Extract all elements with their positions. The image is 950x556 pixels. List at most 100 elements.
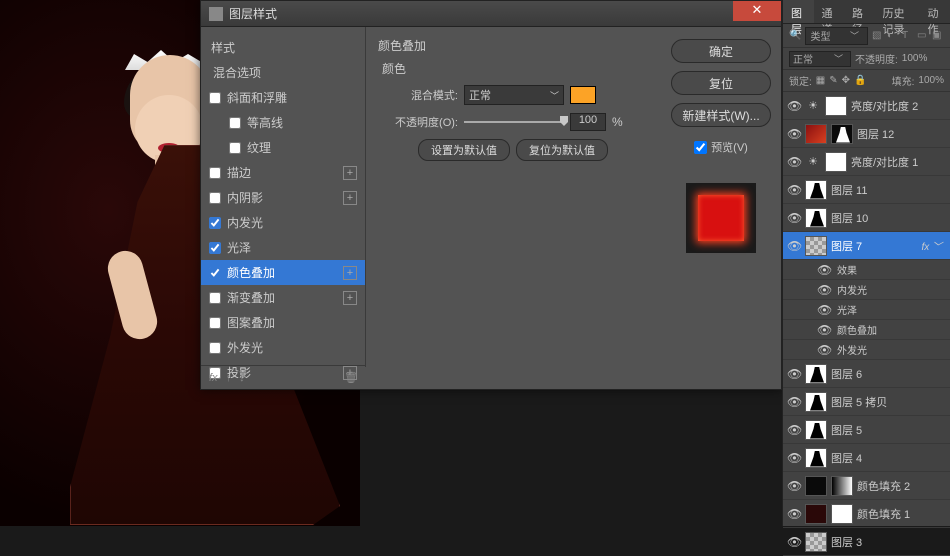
style-item-10[interactable]: 外发光 [201, 335, 365, 360]
visibility-icon[interactable]: 👁 [787, 211, 801, 225]
layer-row[interactable]: 👁图层 5 拷贝 [783, 388, 950, 416]
style-checkbox[interactable] [209, 92, 221, 104]
trash-icon[interactable]: 🗑 [344, 371, 358, 384]
cancel-button[interactable]: 复位 [671, 71, 771, 95]
visibility-icon[interactable]: 👁 [817, 303, 831, 317]
visibility-icon[interactable]: 👁 [817, 263, 831, 277]
layer-thumb[interactable] [805, 448, 827, 468]
opacity-slider[interactable] [464, 116, 564, 128]
filter-icon[interactable]: 🔍 [789, 30, 801, 41]
effect-row[interactable]: 👁颜色叠加 [783, 320, 950, 340]
close-button[interactable]: ✕ [733, 1, 781, 21]
mask-thumb[interactable] [831, 476, 853, 496]
style-item-8[interactable]: 渐变叠加+ [201, 285, 365, 310]
panel-tab-4[interactable]: 动作 [920, 0, 950, 23]
lock-all-icon[interactable]: ▦ [816, 75, 825, 86]
mask-thumb[interactable] [831, 504, 853, 524]
new-style-button[interactable]: 新建样式(W)... [671, 103, 771, 127]
arrow-down-icon[interactable]: ↓ [239, 372, 245, 384]
layer-row[interactable]: 👁颜色填充 2 [783, 472, 950, 500]
style-checkbox[interactable] [209, 342, 221, 354]
layer-row[interactable]: 👁图层 4 [783, 444, 950, 472]
visibility-icon[interactable]: 👁 [787, 183, 801, 197]
layer-thumb[interactable] [805, 364, 827, 384]
layer-thumb[interactable] [805, 476, 827, 496]
plus-icon[interactable]: + [343, 291, 357, 305]
visibility-icon[interactable]: 👁 [787, 479, 801, 493]
reset-default-button[interactable]: 复位为默认值 [516, 139, 608, 161]
style-checkbox[interactable] [209, 242, 221, 254]
style-checkbox[interactable] [209, 267, 221, 279]
mask-thumb[interactable] [825, 96, 847, 116]
plus-icon[interactable]: + [343, 166, 357, 180]
set-default-button[interactable]: 设置为默认值 [418, 139, 510, 161]
style-item-6[interactable]: 光泽 [201, 235, 365, 260]
style-checkbox[interactable] [209, 217, 221, 229]
type-filter-select[interactable]: 类型﹀ [805, 27, 868, 45]
layer-row[interactable]: 👁图层 10 [783, 204, 950, 232]
layer-row[interactable]: 👁☀亮度/对比度 2 [783, 92, 950, 120]
layer-row[interactable]: 👁☀亮度/对比度 1 [783, 148, 950, 176]
layer-thumb[interactable] [805, 236, 827, 256]
filter-adjust-icon[interactable]: ◐ [887, 30, 899, 42]
preview-checkbox[interactable]: 预览(V) [694, 139, 748, 155]
style-checkbox[interactable] [209, 292, 221, 304]
visibility-icon[interactable]: 👁 [787, 451, 801, 465]
visibility-icon[interactable]: 👁 [817, 343, 831, 357]
visibility-icon[interactable]: 👁 [787, 127, 801, 141]
filter-type-icon[interactable]: T [902, 30, 914, 42]
lock-pos-icon[interactable]: ✥ [842, 75, 850, 86]
visibility-icon[interactable]: 👁 [787, 239, 801, 253]
fill-value[interactable]: 100% [918, 75, 944, 86]
style-item-1[interactable]: 等高线 [201, 110, 365, 135]
filter-shape-icon[interactable]: ▭ [917, 30, 929, 42]
layer-thumb[interactable] [805, 504, 827, 524]
opacity-input[interactable]: 100 [570, 113, 606, 131]
style-item-5[interactable]: 内发光 [201, 210, 365, 235]
layer-row[interactable]: 👁颜色填充 1 [783, 500, 950, 528]
visibility-icon[interactable]: 👁 [787, 423, 801, 437]
layer-thumb[interactable] [805, 208, 827, 228]
layer-thumb[interactable] [805, 180, 827, 200]
style-item-3[interactable]: 描边+ [201, 160, 365, 185]
plus-icon[interactable]: + [343, 191, 357, 205]
panel-tab-2[interactable]: 路径 [844, 0, 875, 23]
fx-badge[interactable]: fx ﹀ [921, 238, 946, 253]
style-checkbox[interactable] [229, 117, 241, 129]
effect-row[interactable]: 👁外发光 [783, 340, 950, 360]
style-checkbox[interactable] [209, 317, 221, 329]
color-swatch[interactable] [570, 86, 596, 104]
visibility-icon[interactable]: 👁 [787, 99, 801, 113]
opacity-value[interactable]: 100% [902, 53, 928, 64]
layer-thumb[interactable] [805, 392, 827, 412]
layer-thumb[interactable] [805, 420, 827, 440]
layer-row[interactable]: 👁图层 12 [783, 120, 950, 148]
dialog-titlebar[interactable]: 图层样式 ✕ [201, 1, 781, 27]
filter-pixel-icon[interactable]: ▧ [872, 30, 884, 42]
visibility-icon[interactable]: 👁 [787, 535, 801, 549]
style-item-0[interactable]: 斜面和浮雕 [201, 85, 365, 110]
effect-row[interactable]: 👁内发光 [783, 280, 950, 300]
layer-row[interactable]: 👁图层 6 [783, 360, 950, 388]
filter-smart-icon[interactable]: ▣ [932, 30, 944, 42]
style-checkbox[interactable] [209, 167, 221, 179]
blend-options-row[interactable]: 混合选项 [201, 60, 365, 85]
panel-tab-0[interactable]: 图层 [783, 0, 814, 23]
style-item-9[interactable]: 图案叠加 [201, 310, 365, 335]
style-item-7[interactable]: 颜色叠加+ [201, 260, 365, 285]
layer-row[interactable]: 👁图层 5 [783, 416, 950, 444]
style-item-4[interactable]: 内阴影+ [201, 185, 365, 210]
panel-tab-1[interactable]: 通道 [814, 0, 845, 23]
style-checkbox[interactable] [209, 192, 221, 204]
slider-thumb[interactable] [560, 116, 568, 126]
visibility-icon[interactable]: 👁 [817, 323, 831, 337]
ok-button[interactable]: 确定 [671, 39, 771, 63]
visibility-icon[interactable]: 👁 [787, 395, 801, 409]
layer-row[interactable]: 👁图层 7fx ﹀ [783, 232, 950, 260]
style-checkbox[interactable] [229, 142, 241, 154]
mask-thumb[interactable] [831, 124, 853, 144]
blend-mode-select[interactable]: 正常 ﹀ [464, 85, 564, 105]
visibility-icon[interactable]: 👁 [787, 507, 801, 521]
layer-thumb[interactable] [805, 532, 827, 552]
mask-thumb[interactable] [825, 152, 847, 172]
